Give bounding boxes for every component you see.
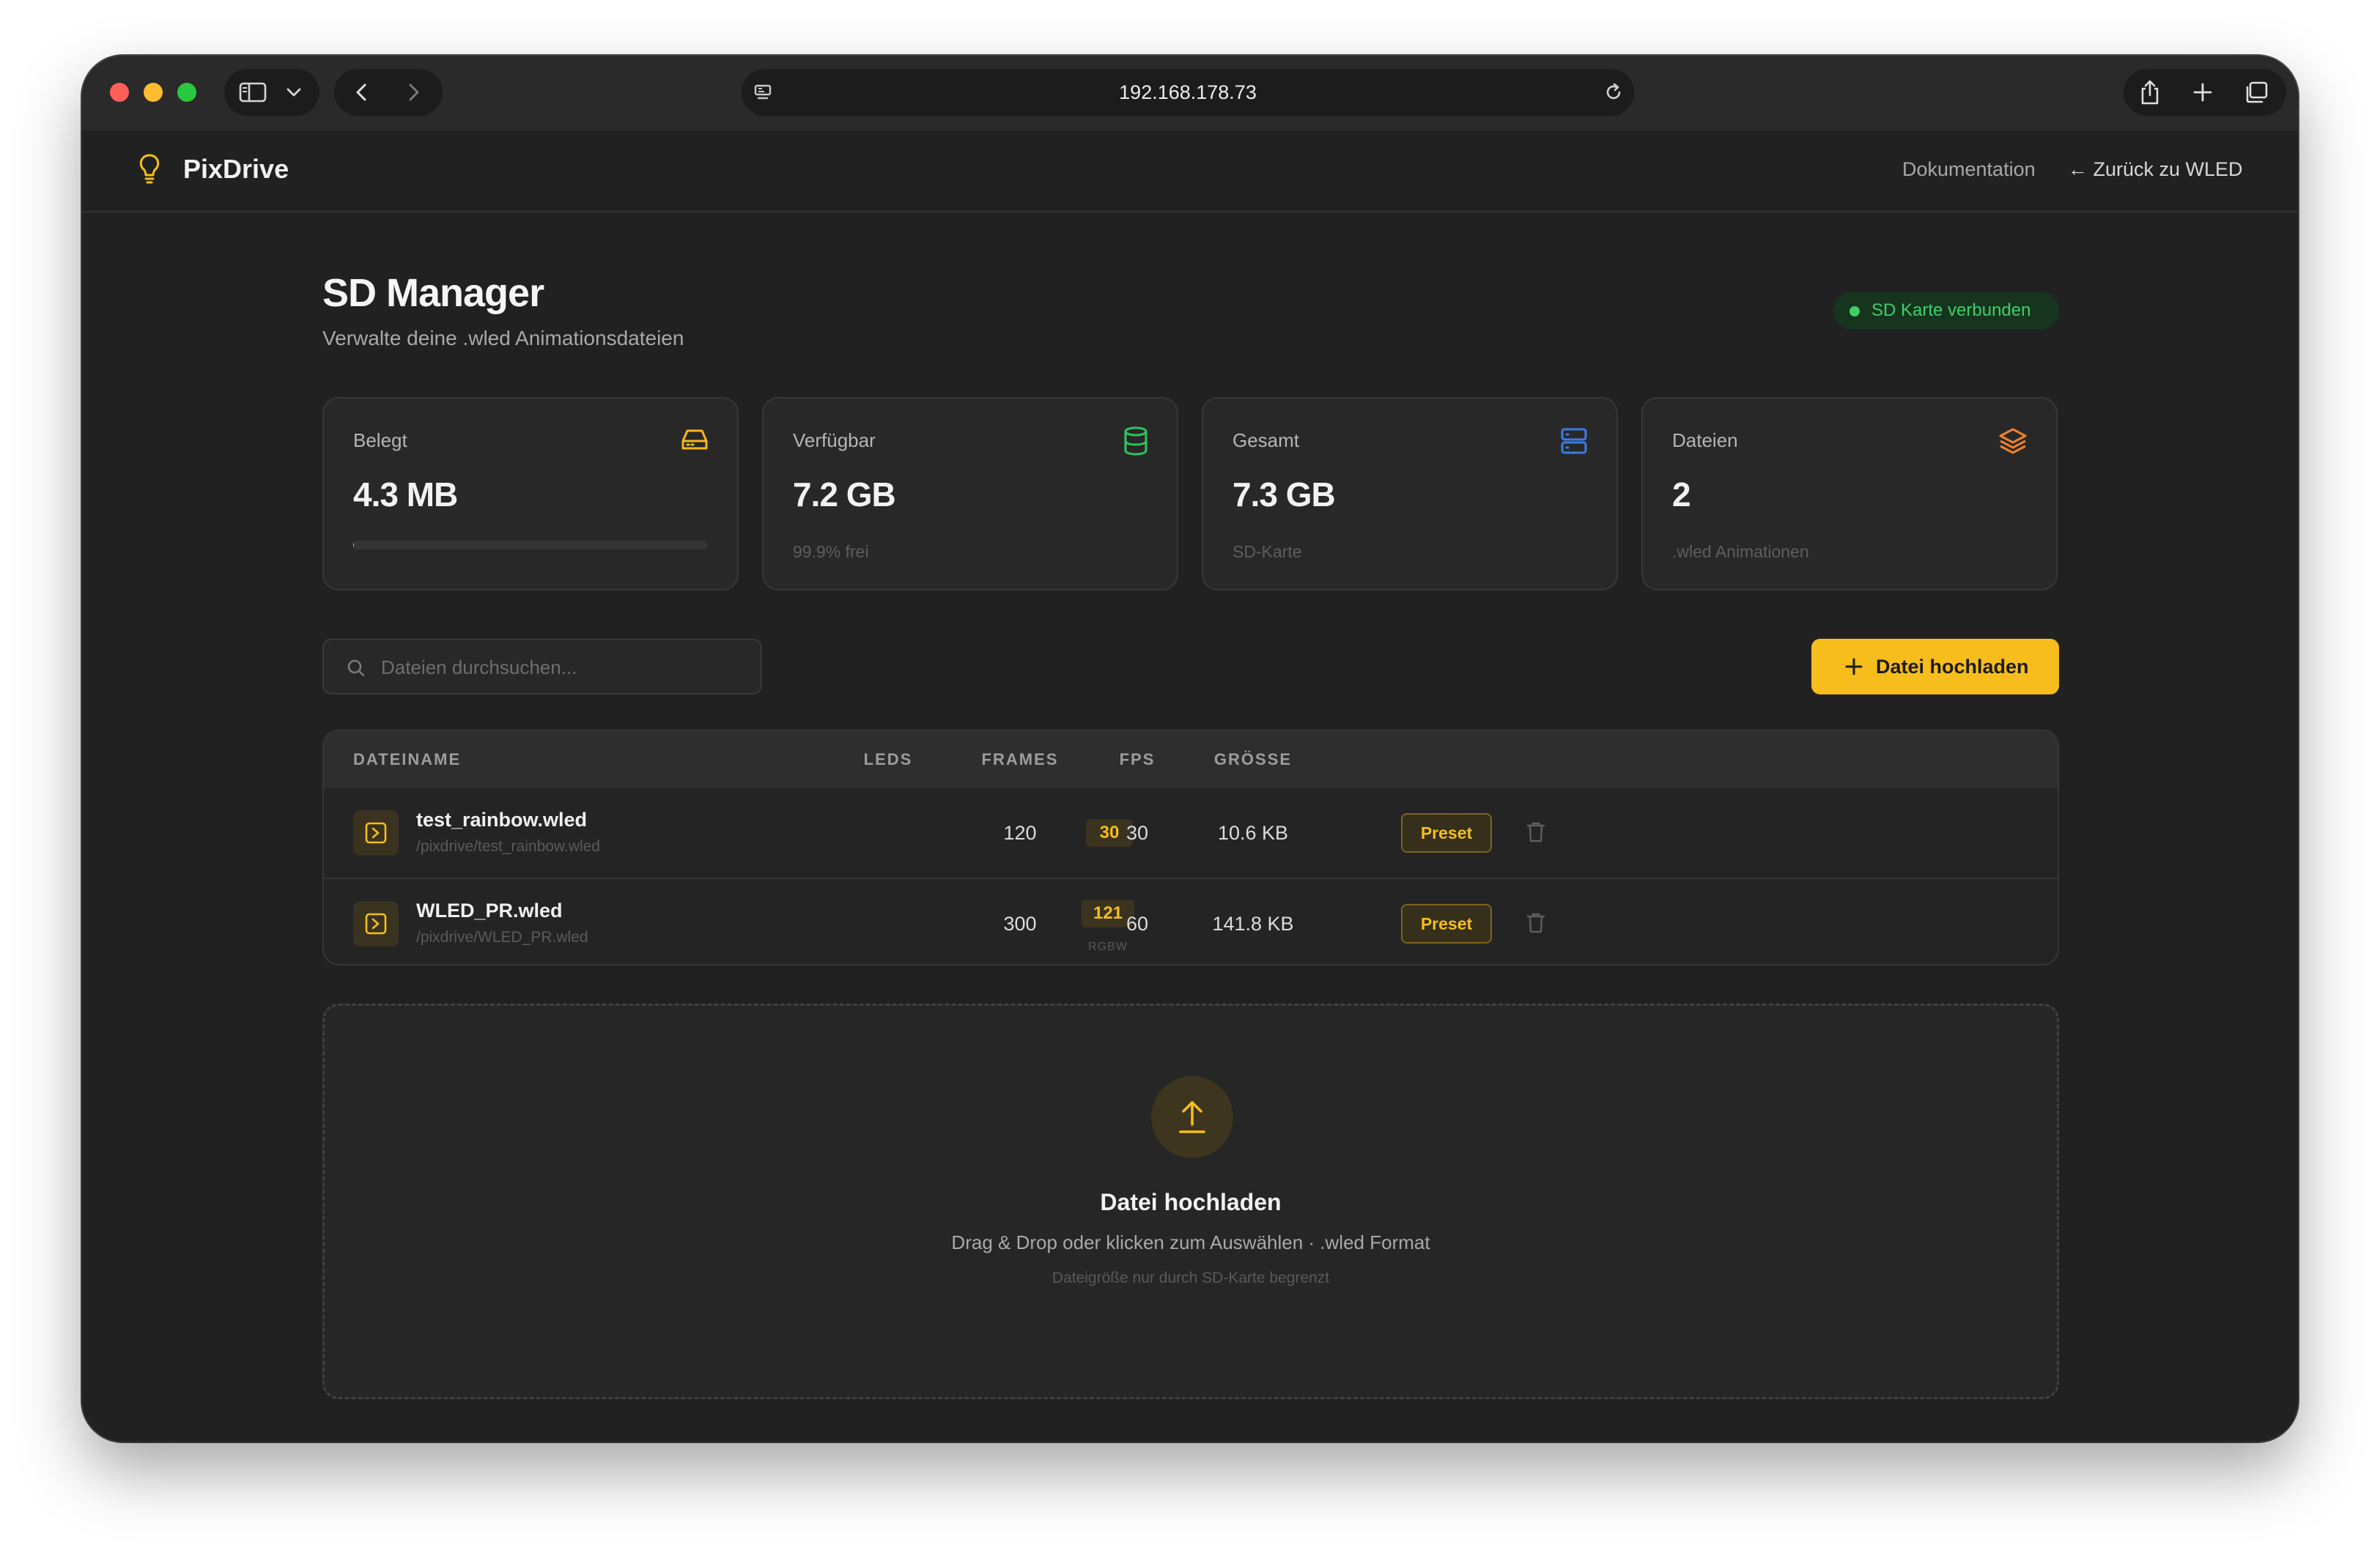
column-header-leds[interactable]: LEDS [837,731,939,788]
back-arrow-icon[interactable] [352,82,372,103]
tab-overview-icon[interactable] [2244,81,2269,104]
stat-value: 4.3 MB [353,475,458,514]
history-navigation [334,69,443,116]
reload-icon[interactable] [1603,82,1624,103]
fps-cell: 60 [1126,913,1149,935]
plus-icon [1845,658,1863,675]
preset-button[interactable]: Preset [1401,904,1492,944]
share-icon[interactable] [2138,79,2162,105]
address-bar[interactable]: 192.168.178.73 [742,69,1634,116]
stat-subtext: 99.9% frei [793,542,869,561]
trash-icon[interactable] [1526,911,1546,935]
stat-label: Verfügbar [793,429,876,451]
dropzone-description: Drag & Drop oder klicken zum Auswählen ·… [951,1231,1430,1253]
dropzone-note: Dateigröße nur durch SD-Karte begrenzt [1052,1270,1330,1286]
status-text: SD Karte verbunden [1871,300,2031,320]
stat-subtext: SD-Karte [1232,542,1302,561]
documentation-link[interactable]: Dokumentation [1902,151,2036,188]
status-dot [1849,306,1860,316]
hard-drive-icon [681,429,708,450]
file-name[interactable]: WLED_PR.wled [416,900,563,922]
sidebar-icon [239,82,267,103]
size-cell: 141.8 KB [1212,913,1294,935]
url-text: 192.168.178.73 [1119,81,1257,103]
file-name[interactable]: test_rainbow.wled [416,809,587,831]
preset-button[interactable]: Preset [1401,813,1492,853]
stat-card-used: Belegt 4.3 MB [322,397,739,590]
layers-icon [1999,428,2027,454]
search-input[interactable] [380,640,749,694]
browser-window: 192.168.178.73 PixDrive Dokumentation ← … [82,56,2298,1442]
upload-icon [1179,1101,1205,1133]
frames-cell: 120 [1003,822,1037,844]
page-subtitle: Verwalte deine .wled Animationsdateien [322,327,684,349]
back-to-wled-link[interactable]: ← Zurück zu WLED [2068,151,2243,188]
stat-value: 2 [1672,475,1691,514]
dropzone-title: Datei hochladen [1100,1189,1282,1215]
forward-arrow-icon[interactable] [403,82,424,103]
app-header: PixDrive Dokumentation ← Zurück zu WLED [82,130,2298,212]
stat-card-available: Verfügbar 7.2 GB 99.9% frei [762,397,1178,590]
file-path: /pixdrive/WLED_PR.wled [416,929,588,946]
frames-cell: 300 [1003,913,1037,935]
database-icon [1124,426,1148,456]
stat-subtext: .wled Animationen [1672,542,1809,561]
table-row[interactable]: test_rainbow.wled /pixdrive/test_rainbow… [324,788,2058,879]
table-row[interactable]: WLED_PR.wled /pixdrive/WLED_PR.wled 121 … [324,879,2058,964]
animation-file-icon [365,913,387,935]
stat-label: Gesamt [1232,429,1300,451]
sidebar-toggle-button[interactable] [224,69,319,116]
chevron-down-icon [287,88,301,97]
file-table: DATEINAME LEDS FRAMES FPS GRÖSSE test_ra… [322,730,2059,965]
browser-toolbar: 192.168.178.73 [82,56,2298,130]
new-tab-icon[interactable] [2192,82,2213,103]
animation-file-icon [365,822,387,844]
upload-dropzone[interactable]: Datei hochladen Drag & Drop oder klicken… [322,1004,2059,1399]
zoom-window-button[interactable] [177,83,196,102]
minimize-window-button[interactable] [144,83,163,102]
column-header-filename[interactable]: DATEINAME [353,731,461,788]
file-path: /pixdrive/test_rainbow.wled [416,838,600,855]
fps-cell: 30 [1126,822,1149,844]
stat-label: Belegt [353,429,407,451]
search-icon [347,659,365,677]
file-type-icon [353,901,399,946]
brand-name[interactable]: PixDrive [183,151,289,188]
table-header: DATEINAME LEDS FRAMES FPS GRÖSSE [324,731,2058,788]
usage-progress-bar [353,541,708,549]
close-window-button[interactable] [110,83,129,102]
server-icon [1561,428,1587,454]
browser-actions [2124,69,2286,116]
size-cell: 10.6 KB [1217,822,1289,844]
stat-value: 7.3 GB [1232,475,1336,514]
upload-icon-circle [1151,1076,1233,1158]
trash-icon[interactable] [1526,820,1546,844]
stat-card-files: Dateien 2 .wled Animationen [1641,397,2058,590]
column-header-size[interactable]: GRÖSSE [1180,731,1326,788]
stat-value: 7.2 GB [793,475,896,514]
page-title: SD Manager [322,271,544,315]
column-header-frames[interactable]: FRAMES [954,731,1086,788]
upload-button-label: Datei hochladen [1876,655,2029,678]
stat-card-total: Gesamt 7.3 GB SD-Karte [1202,397,1618,590]
upload-file-button[interactable]: Datei hochladen [1811,639,2059,694]
file-type-icon [353,810,399,856]
sd-status-badge: SD Karte verbunden [1833,292,2059,330]
search-box [322,639,762,694]
lightbulb-icon [139,154,160,184]
column-header-fps[interactable]: FPS [1086,731,1189,788]
stat-label: Dateien [1672,429,1738,451]
